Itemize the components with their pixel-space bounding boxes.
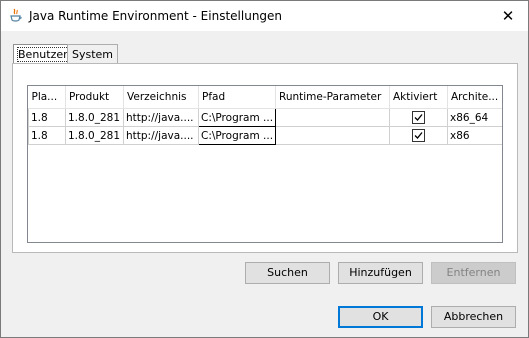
enabled-checkbox[interactable] xyxy=(412,129,425,142)
tab-panel: Pla... Produkt Verzeichnis Pfad Runtime-… xyxy=(12,63,518,253)
cell-product[interactable]: 1.8.0_281 xyxy=(65,108,124,127)
add-button[interactable]: Hinzufügen xyxy=(338,262,423,284)
cell-architecture[interactable]: x86 xyxy=(447,126,502,145)
table-row[interactable]: 1.8 1.8.0_281 http://java.... C:\Program… xyxy=(28,108,502,127)
column-header-enabled[interactable]: Aktiviert xyxy=(389,86,448,109)
remove-button[interactable]: Entfernen xyxy=(431,262,516,284)
enabled-checkbox[interactable] xyxy=(412,111,425,124)
cell-path[interactable]: C:\Program ... xyxy=(198,126,276,145)
tab-label: Benutzer xyxy=(17,47,69,62)
java-cup-icon xyxy=(9,8,23,23)
column-header-location[interactable]: Verzeichnis xyxy=(123,86,199,109)
tab-benutzer[interactable]: Benutzer xyxy=(13,44,73,65)
checkmark-icon xyxy=(414,132,423,139)
cancel-button[interactable]: Abbrechen xyxy=(431,306,516,328)
table-row[interactable]: 1.8 1.8.0_281 http://java.... C:\Program… xyxy=(28,126,502,145)
tab-label: System xyxy=(72,48,114,61)
column-header-product[interactable]: Produkt xyxy=(65,86,124,109)
cell-platform[interactable]: 1.8 xyxy=(28,108,66,127)
jre-table: Pla... Produkt Verzeichnis Pfad Runtime-… xyxy=(27,85,503,243)
cell-location[interactable]: http://java.... xyxy=(123,126,199,145)
window-title: Java Runtime Environment - Einstellungen xyxy=(29,9,283,23)
settings-window: Java Runtime Environment - Einstellungen… xyxy=(0,0,529,338)
title-bar: Java Runtime Environment - Einstellungen… xyxy=(1,1,528,31)
checkmark-icon xyxy=(414,114,423,121)
cell-location[interactable]: http://java.... xyxy=(123,108,199,127)
tab-system[interactable]: System xyxy=(67,44,119,64)
cell-runtime-params[interactable] xyxy=(275,126,390,145)
cell-product[interactable]: 1.8.0_281 xyxy=(65,126,124,145)
column-header-platform[interactable]: Pla... xyxy=(28,86,66,109)
cell-enabled xyxy=(389,126,448,145)
cell-runtime-params[interactable] xyxy=(275,108,390,127)
cell-enabled xyxy=(389,108,448,127)
find-button[interactable]: Suchen xyxy=(245,262,330,284)
column-header-runtime-params[interactable]: Runtime-Parameter xyxy=(275,86,390,109)
ok-button[interactable]: OK xyxy=(338,306,423,328)
column-header-path[interactable]: Pfad xyxy=(198,86,276,109)
cell-path[interactable]: C:\Program ... xyxy=(198,108,276,127)
cell-platform[interactable]: 1.8 xyxy=(28,126,66,145)
column-header-architecture[interactable]: Archite... xyxy=(447,86,502,109)
cell-architecture[interactable]: x86_64 xyxy=(447,108,502,127)
close-icon[interactable]: ✕ xyxy=(496,4,520,28)
table-header: Pla... Produkt Verzeichnis Pfad Runtime-… xyxy=(28,86,502,109)
